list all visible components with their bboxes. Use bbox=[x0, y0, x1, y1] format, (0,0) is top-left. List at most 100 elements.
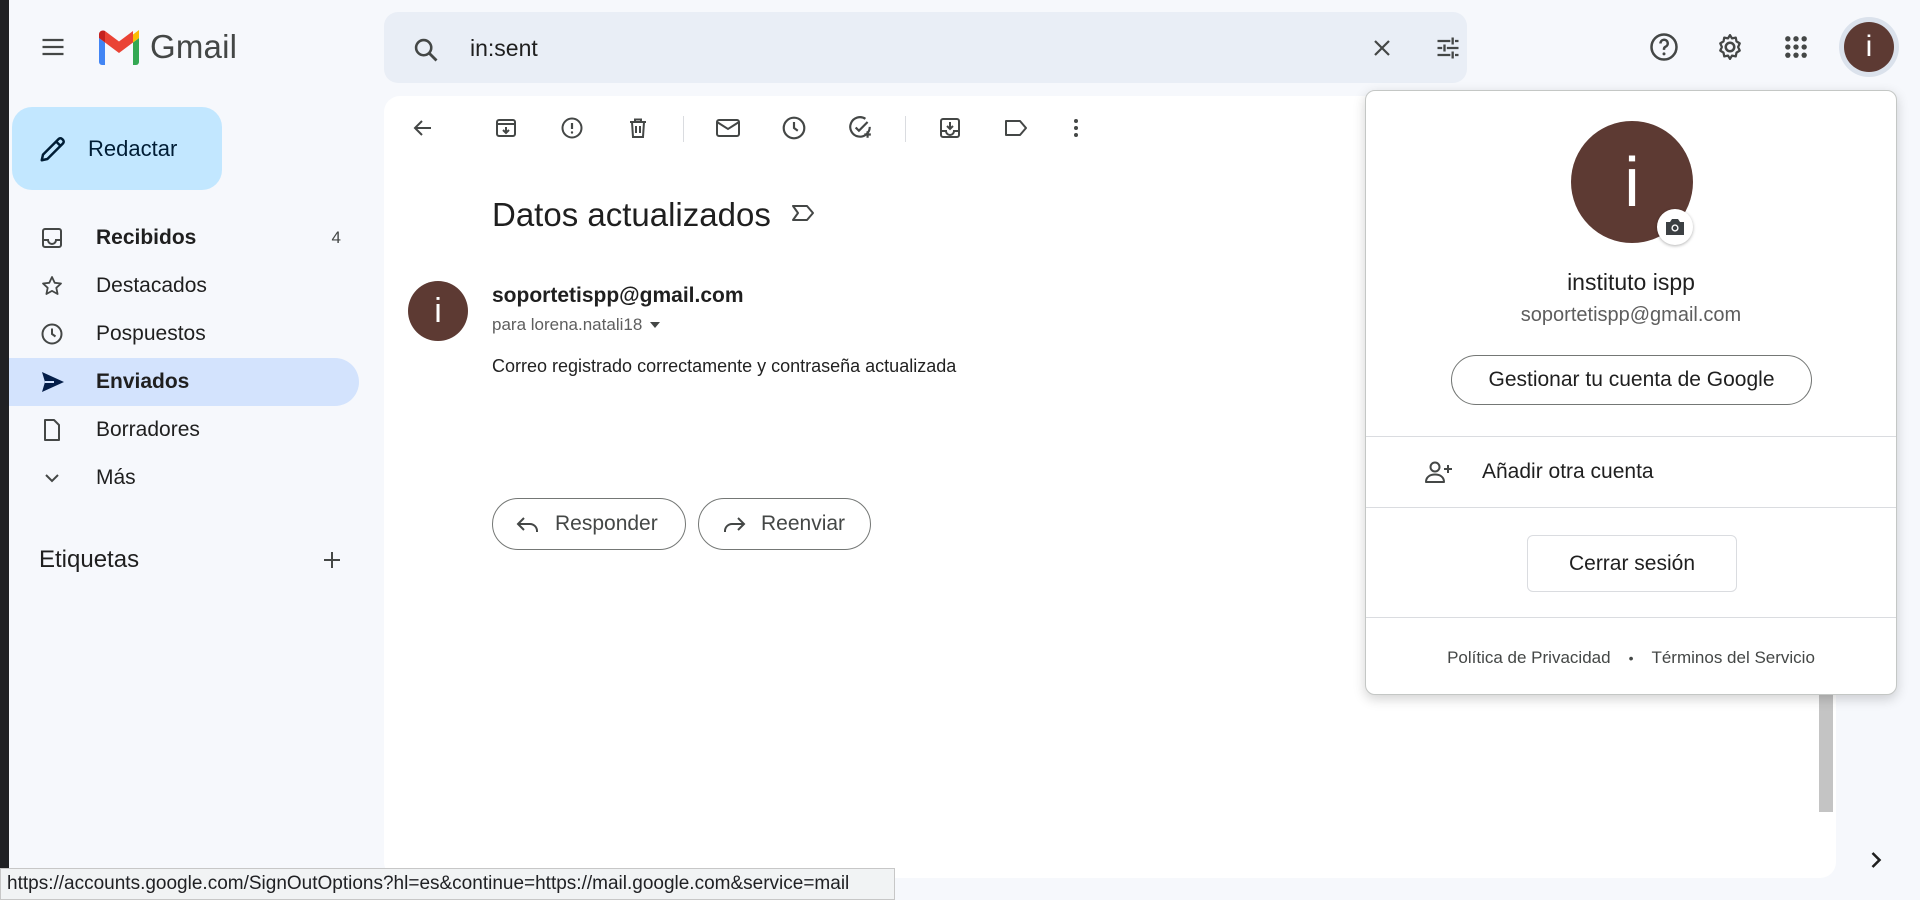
clock-icon bbox=[40, 322, 64, 346]
recipient-text: para lorena.natali18 bbox=[492, 315, 643, 334]
forward-button[interactable]: Reenviar bbox=[698, 498, 871, 550]
google-apps-button[interactable] bbox=[1772, 23, 1820, 71]
sidebar-item-sent[interactable]: Enviados bbox=[9, 358, 359, 406]
footer-separator: • bbox=[1628, 650, 1634, 666]
back-button[interactable] bbox=[401, 106, 445, 150]
move-to-button[interactable] bbox=[928, 106, 972, 150]
star-icon bbox=[40, 274, 64, 298]
unread-count: 4 bbox=[331, 228, 341, 247]
tune-icon bbox=[1434, 34, 1462, 62]
popup-footer: Política de Privacidad • Términos del Se… bbox=[1366, 648, 1896, 668]
close-icon bbox=[1370, 36, 1394, 60]
report-icon bbox=[560, 116, 584, 140]
sidebar-item-label: Destacados bbox=[96, 274, 207, 297]
help-icon bbox=[1649, 32, 1679, 62]
important-label-icon[interactable] bbox=[790, 202, 816, 224]
terms-of-service-link[interactable]: Términos del Servicio bbox=[1651, 648, 1814, 668]
inbox-icon bbox=[40, 226, 64, 250]
add-task-icon bbox=[847, 115, 873, 141]
reply-button[interactable]: Responder bbox=[492, 498, 686, 550]
privacy-policy-link[interactable]: Política de Privacidad bbox=[1447, 648, 1610, 668]
chevron-right-icon[interactable] bbox=[1862, 846, 1890, 874]
add-account-label: Añadir otra cuenta bbox=[1482, 459, 1654, 483]
clock-icon bbox=[781, 115, 807, 141]
sidebar-item-starred[interactable]: Destacados bbox=[9, 262, 359, 310]
gmail-logo[interactable]: Gmail bbox=[96, 28, 237, 66]
labels-button[interactable] bbox=[994, 106, 1038, 150]
hamburger-menu-icon bbox=[39, 33, 67, 61]
sidebar-item-more[interactable]: Más bbox=[9, 454, 359, 502]
delete-button[interactable] bbox=[616, 106, 660, 150]
sidebar-item-label: Enviados bbox=[96, 370, 190, 393]
account-popup: i instituto ispp soportetispp@gmail.com … bbox=[1365, 90, 1897, 695]
more-vert-icon bbox=[1064, 116, 1088, 140]
main-menu-button[interactable] bbox=[29, 23, 77, 71]
gmail-m-icon bbox=[96, 29, 142, 65]
sidebar-item-label: Borradores bbox=[96, 418, 200, 441]
change-photo-button[interactable] bbox=[1657, 209, 1693, 245]
settings-button[interactable] bbox=[1706, 23, 1754, 71]
sidebar-item-label: Pospuestos bbox=[96, 322, 206, 345]
arrow-back-icon bbox=[411, 116, 435, 140]
sidebar-item-label: Recibidos bbox=[96, 226, 197, 249]
account-name: instituto ispp bbox=[1567, 269, 1695, 295]
link-status-bar: https://accounts.google.com/SignOutOptio… bbox=[0, 868, 895, 900]
add-account-button[interactable]: Añadir otra cuenta bbox=[1366, 436, 1896, 507]
search-bar bbox=[384, 12, 1467, 83]
reply-icon bbox=[515, 512, 541, 536]
message-body: Correo registrado correctamente y contra… bbox=[492, 356, 957, 376]
mail-icon bbox=[715, 116, 741, 140]
recipient-details[interactable]: para lorena.natali18 bbox=[492, 315, 662, 335]
reply-label: Responder bbox=[555, 512, 658, 535]
account-avatar-button[interactable]: i bbox=[1844, 22, 1894, 72]
mark-unread-button[interactable] bbox=[706, 106, 750, 150]
chevron-down-icon bbox=[40, 466, 64, 490]
snooze-button[interactable] bbox=[772, 106, 816, 150]
forward-label: Reenviar bbox=[761, 512, 846, 535]
add-label-button[interactable] bbox=[308, 536, 356, 584]
window-edge bbox=[0, 0, 9, 900]
labels-heading: Etiquetas bbox=[39, 546, 140, 573]
pencil-icon bbox=[38, 134, 68, 164]
app-name: Gmail bbox=[150, 28, 238, 65]
sender-email[interactable]: soportetispp@gmail.com bbox=[492, 284, 744, 308]
camera-icon bbox=[1664, 217, 1686, 237]
forward-icon bbox=[721, 512, 747, 536]
gear-icon bbox=[1715, 32, 1745, 62]
sidebar-item-inbox[interactable]: Recibidos 4 bbox=[9, 214, 359, 262]
divider bbox=[1366, 507, 1896, 508]
archive-icon bbox=[494, 116, 518, 140]
divider bbox=[1366, 617, 1896, 618]
compose-label: Redactar bbox=[88, 135, 178, 161]
account-email: soportetispp@gmail.com bbox=[1520, 304, 1742, 326]
caret-down-icon bbox=[648, 318, 662, 332]
sidebar-item-drafts[interactable]: Borradores bbox=[9, 406, 359, 454]
search-icon[interactable] bbox=[402, 26, 450, 74]
manage-account-button[interactable]: Gestionar tu cuenta de Google bbox=[1451, 355, 1812, 405]
compose-button[interactable]: Redactar bbox=[12, 107, 222, 190]
sidebar-item-snoozed[interactable]: Pospuestos bbox=[9, 310, 359, 358]
toolbar-divider bbox=[683, 116, 684, 142]
search-options-button[interactable] bbox=[1424, 24, 1472, 72]
scrollbar-thumb[interactable] bbox=[1819, 690, 1833, 812]
search-input[interactable] bbox=[468, 26, 1332, 70]
sender-avatar[interactable]: i bbox=[408, 281, 468, 341]
plus-icon bbox=[320, 548, 344, 572]
send-icon bbox=[40, 370, 66, 394]
trash-icon bbox=[626, 116, 650, 140]
clear-search-button[interactable] bbox=[1358, 24, 1406, 72]
sidebar-item-label: Más bbox=[96, 466, 136, 489]
help-button[interactable] bbox=[1640, 23, 1688, 71]
person-add-icon bbox=[1424, 459, 1454, 485]
report-spam-button[interactable] bbox=[550, 106, 594, 150]
draft-file-icon bbox=[40, 418, 64, 442]
add-to-tasks-button[interactable] bbox=[838, 106, 882, 150]
apps-grid-icon bbox=[1782, 33, 1810, 61]
move-to-inbox-icon bbox=[938, 116, 962, 140]
more-options-button[interactable] bbox=[1054, 106, 1098, 150]
sign-out-button[interactable]: Cerrar sesión bbox=[1527, 535, 1737, 592]
toolbar-divider bbox=[905, 116, 906, 142]
message-subject: Datos actualizados bbox=[492, 196, 771, 233]
label-icon bbox=[1003, 116, 1029, 140]
archive-button[interactable] bbox=[484, 106, 528, 150]
